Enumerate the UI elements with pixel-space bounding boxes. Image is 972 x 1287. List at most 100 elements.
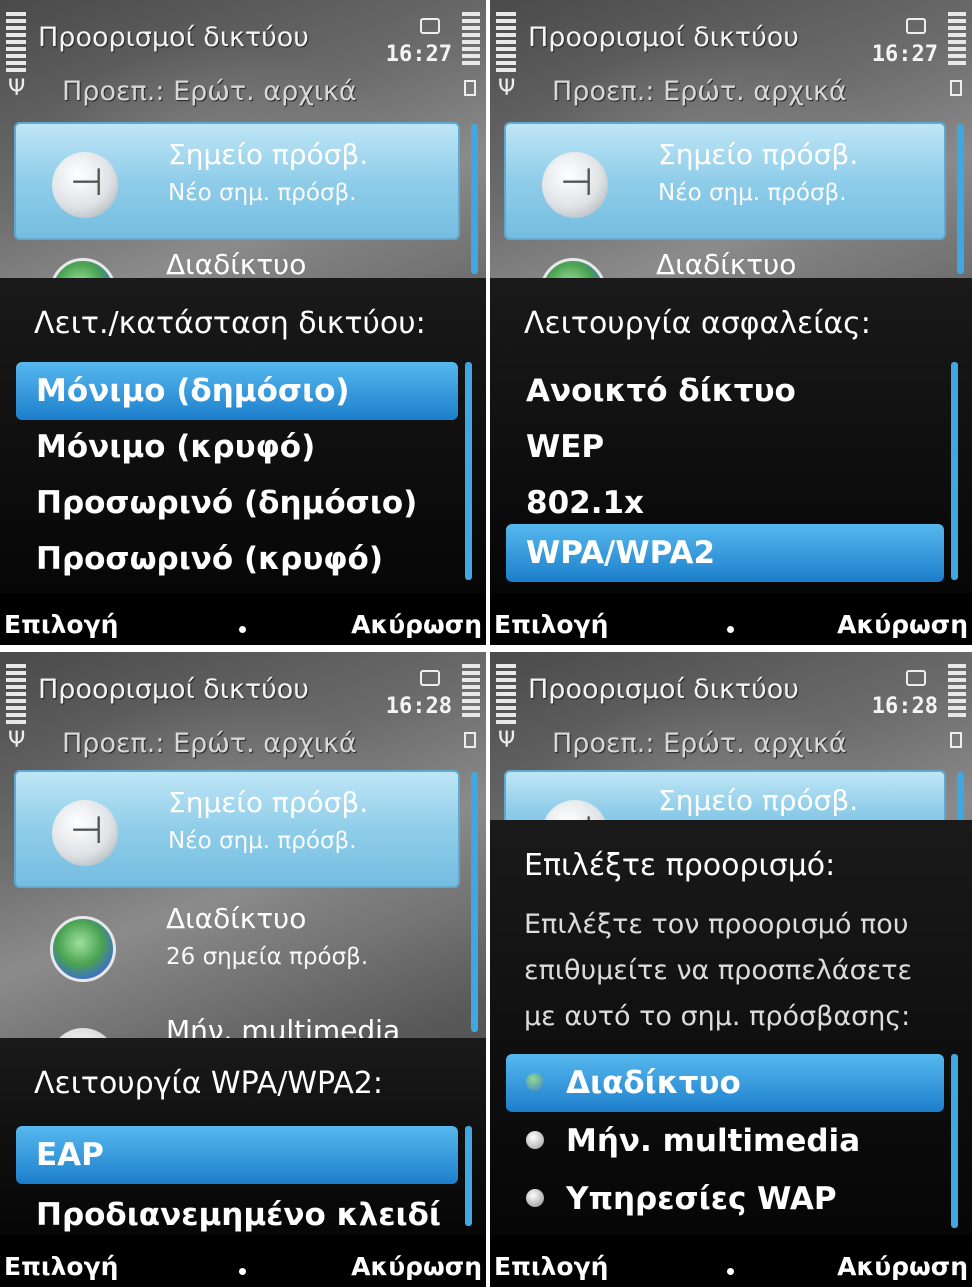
option-wep[interactable]: WEP (506, 418, 944, 476)
lock-icon (464, 732, 476, 748)
list-scrollbar[interactable] (957, 124, 964, 274)
phone-screen-3: Προορισμοί δικτύου 16:28 Ψ Προεπ.: Ερώτ.… (0, 652, 486, 1287)
memory-card-icon (420, 18, 440, 34)
option-internet[interactable]: Διαδίκτυο (506, 1054, 944, 1112)
popup-title: Λειτ./κατάσταση δικτύου: (34, 306, 426, 341)
cancel-softkey[interactable]: Ακύρωση (837, 1252, 968, 1281)
antenna-icon: Ψ (498, 76, 516, 101)
softkey-bar: Επιλογή Ακύρωση (490, 593, 972, 645)
option-label: Μήν. multimedia (566, 1123, 861, 1159)
softkey-bar: Επιλογή Ακύρωση (0, 1235, 486, 1287)
list-item-subtitle: Νέο σημ. πρόσβ. (168, 828, 357, 854)
cancel-softkey[interactable]: Ακύρωση (837, 610, 968, 639)
popup-wpa-mode: Λειτουργία WPA/WPA2: EAP Προδιανεμημένο … (0, 1038, 486, 1235)
antenna-icon: Ψ (8, 728, 26, 753)
phone-screen-2: Προορισμοί δικτύου 16:27 Ψ Προεπ.: Ερώτ.… (490, 0, 972, 645)
option-wap-services[interactable]: Υπηρεσίες WAP (506, 1170, 944, 1228)
antenna-icon: Ψ (8, 76, 26, 101)
status-bar: Προορισμοί δικτύου 16:27 Ψ Προεπ.: Ερώτ.… (490, 0, 972, 110)
clock: 16:28 (871, 694, 938, 719)
list-item-title: Σημείο πρόσβ. (168, 786, 369, 819)
access-point-icon (52, 152, 118, 218)
clock: 16:27 (871, 42, 938, 67)
select-softkey[interactable]: Επιλογή (4, 1252, 118, 1281)
access-point-icon (52, 800, 118, 866)
list-item-title: Διαδίκτυο (166, 902, 307, 935)
screen-title: Προορισμοί δικτύου (528, 674, 799, 705)
list-item-subtitle: Νέο σημ. πρόσβ. (168, 180, 357, 206)
wap-icon (526, 1188, 544, 1207)
battery-level-icon (462, 664, 480, 720)
list-item-title: Διαδίκτυο (656, 248, 797, 281)
option-label: Διαδίκτυο (566, 1065, 741, 1101)
popup-title: Επιλέξτε προορισμό: (524, 848, 836, 883)
signal-strength-icon (6, 12, 26, 72)
option-temporary-hidden[interactable]: Προσωρινό (κρυφό) (16, 530, 458, 588)
popup-title: Λειτουργία WPA/WPA2: (34, 1066, 383, 1101)
popup-title: Λειτουργία ασφαλείας: (524, 306, 871, 341)
antenna-icon: Ψ (498, 728, 516, 753)
access-point-icon (542, 152, 608, 218)
softkey-bar: Επιλογή Ακύρωση (0, 593, 486, 645)
battery-level-icon (948, 664, 966, 720)
list-item-access-point[interactable]: Σημείο πρόσβ. Νέο σημ. πρόσβ. (14, 122, 460, 240)
list-scrollbar[interactable] (471, 124, 478, 274)
option-permanent-hidden[interactable]: Μόνιμο (κρυφό) (16, 418, 458, 476)
list-item-access-point[interactable]: Σημείο πρόσβ. Νέο σημ. πρόσβ. (504, 122, 946, 240)
memory-card-icon (420, 670, 440, 686)
phone-screen-4: Προορισμοί δικτύου 16:28 Ψ Προεπ.: Ερώτ.… (490, 652, 972, 1287)
default-destination-label: Προεπ.: Ερώτ. αρχικά (552, 728, 847, 759)
list-item-title: Σημείο πρόσβ. (658, 784, 859, 817)
popup-choose-destination: Επιλέξτε προορισμό: Επιλέξτε τον προορισ… (490, 820, 972, 1235)
phone-screen-1: Προορισμοί δικτύου 16:27 Ψ Προεπ.: Ερώτ.… (0, 0, 486, 645)
option-multimedia[interactable]: Μήν. multimedia (506, 1112, 944, 1170)
softkey-bar: Επιλογή Ακύρωση (490, 1235, 972, 1287)
cancel-softkey[interactable]: Ακύρωση (351, 1252, 482, 1281)
status-bar: Προορισμοί δικτύου 16:28 Ψ Προεπ.: Ερώτ.… (0, 652, 486, 762)
list-item-title: Διαδίκτυο (166, 248, 307, 281)
screen-title: Προορισμοί δικτύου (38, 674, 309, 705)
option-temporary-public[interactable]: Προσωρινό (δημόσιο) (16, 474, 458, 532)
option-eap[interactable]: EAP (16, 1126, 458, 1184)
globe-icon (526, 1072, 544, 1091)
battery-level-icon (462, 12, 480, 68)
option-permanent-public[interactable]: Μόνιμο (δημόσιο) (16, 362, 458, 420)
list-scrollbar[interactable] (471, 772, 478, 1032)
center-softkey-dot[interactable] (727, 1268, 734, 1275)
signal-strength-icon (6, 664, 26, 724)
default-destination-label: Προεπ.: Ερώτ. αρχικά (62, 76, 357, 107)
lock-icon (950, 732, 962, 748)
popup-scrollbar[interactable] (465, 362, 472, 580)
option-open-network[interactable]: Ανοικτό δίκτυο (506, 362, 944, 420)
list-item-access-point[interactable]: Σημείο πρόσβ. Νέο σημ. πρόσβ. (14, 770, 460, 888)
status-bar: Προορισμοί δικτύου 16:27 Ψ Προεπ.: Ερώτ.… (0, 0, 486, 110)
option-label: Υπηρεσίες WAP (566, 1181, 837, 1217)
status-bar: Προορισμοί δικτύου 16:28 Ψ Προεπ.: Ερώτ.… (490, 652, 972, 762)
list-item-subtitle: Νέο σημ. πρόσβ. (658, 180, 847, 206)
popup-scrollbar[interactable] (951, 362, 958, 580)
list-item-title: Σημείο πρόσβ. (168, 138, 369, 171)
lock-icon (464, 80, 476, 96)
popup-scrollbar[interactable] (951, 1054, 958, 1228)
select-softkey[interactable]: Επιλογή (494, 610, 608, 639)
signal-strength-icon (496, 12, 516, 72)
center-softkey-dot[interactable] (239, 1268, 246, 1275)
option-wpa-wpa2[interactable]: WPA/WPA2 (506, 524, 944, 582)
select-softkey[interactable]: Επιλογή (4, 610, 118, 639)
popup-message: Επιλέξτε τον προορισμό που επιθυμείτε να… (524, 909, 913, 1032)
globe-icon (50, 916, 116, 982)
popup-security-mode: Λειτουργία ασφαλείας: Ανοικτό δίκτυο WEP… (490, 278, 972, 593)
clock: 16:28 (385, 694, 452, 719)
list-item-title: Σημείο πρόσβ. (658, 138, 859, 171)
default-destination-label: Προεπ.: Ερώτ. αρχικά (62, 728, 357, 759)
cancel-softkey[interactable]: Ακύρωση (351, 610, 482, 639)
memory-card-icon (906, 18, 926, 34)
center-softkey-dot[interactable] (727, 626, 734, 633)
clock: 16:27 (385, 42, 452, 67)
select-softkey[interactable]: Επιλογή (494, 1252, 608, 1281)
list-item-internet[interactable]: Διαδίκτυο 26 σημεία πρόσβ. (14, 888, 460, 1006)
default-destination-label: Προεπ.: Ερώτ. αρχικά (552, 76, 847, 107)
popup-scrollbar[interactable] (465, 1126, 472, 1226)
center-softkey-dot[interactable] (239, 626, 246, 633)
memory-card-icon (906, 670, 926, 686)
